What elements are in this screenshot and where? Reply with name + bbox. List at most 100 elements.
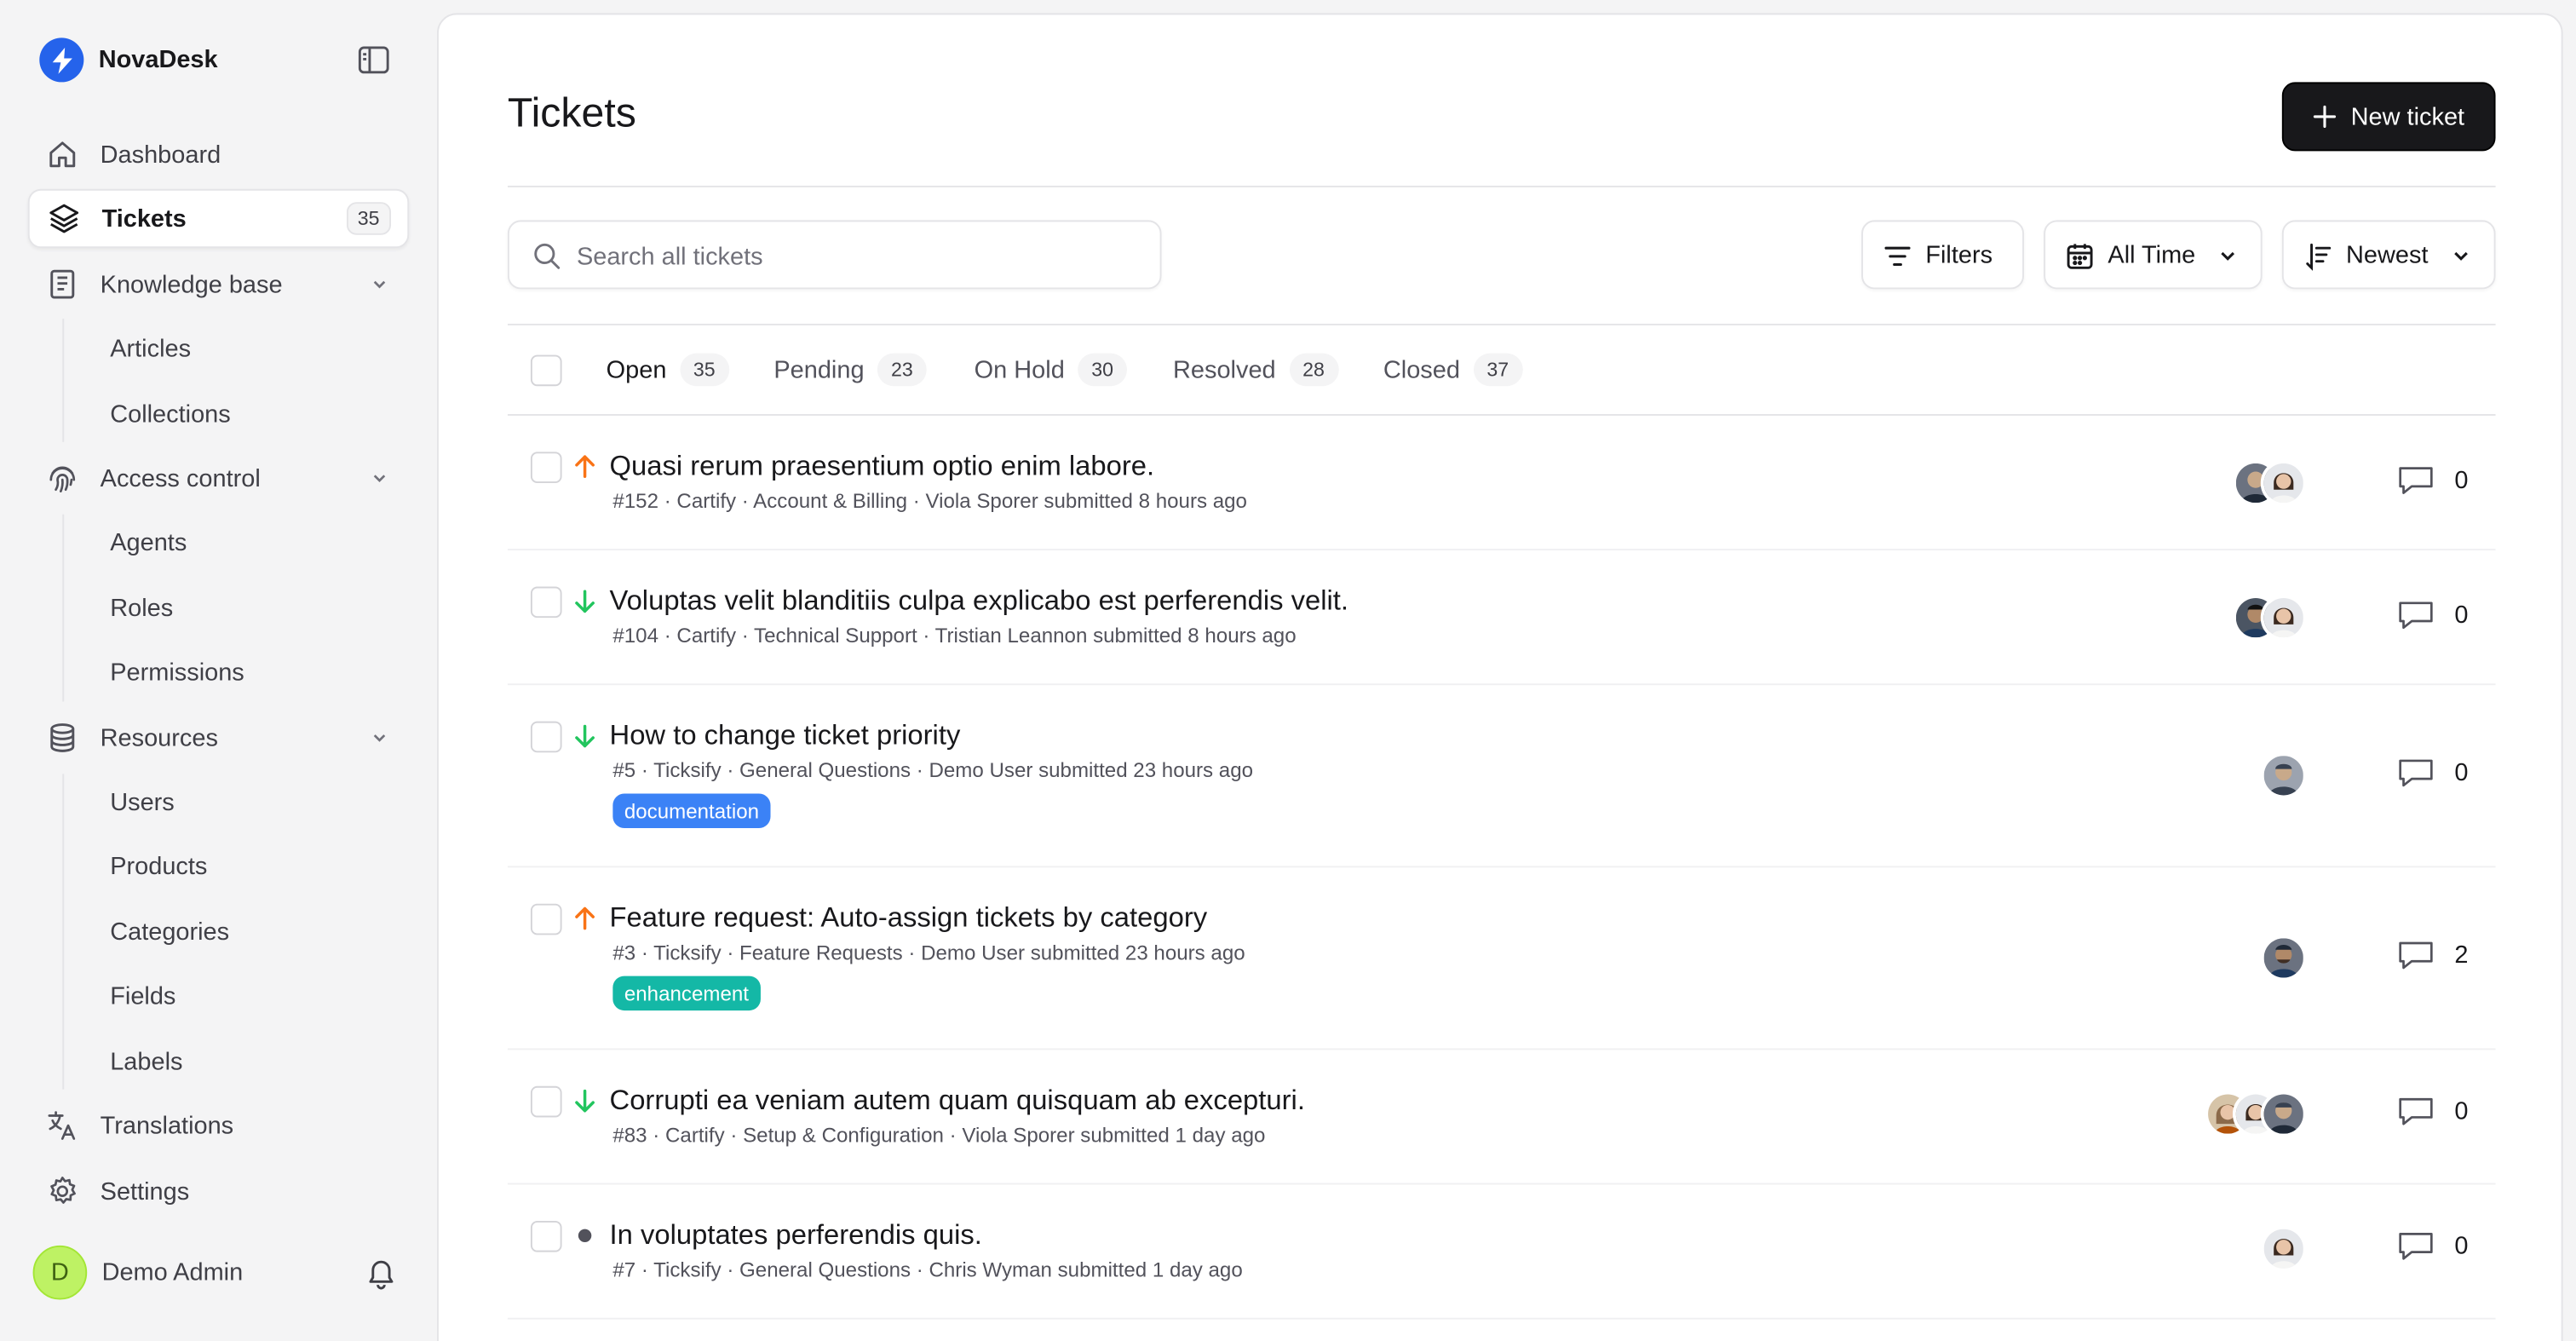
sidebar-item-translations[interactable]: Translations <box>28 1096 409 1154</box>
comment-count-value: 0 <box>2454 601 2469 630</box>
ticket-row[interactable]: Feature request: Auto-assign tickets by … <box>507 867 2496 1050</box>
sidebar-item-settings[interactable]: Settings <box>28 1162 409 1221</box>
user-menu[interactable]: D Demo Admin <box>32 1245 408 1300</box>
sidebar-item-access-control[interactable]: Access control <box>28 449 409 508</box>
sidebar-item-label: Settings <box>100 1177 190 1206</box>
sidebar-subitem-agents[interactable]: Agents <box>82 515 407 571</box>
filters-button[interactable]: Filters <box>1861 220 2025 290</box>
ticket-row[interactable]: Voluptas velit blanditiis culpa explicab… <box>507 550 2496 686</box>
sidebar-subitem-fields[interactable]: Fields <box>82 968 407 1024</box>
sidebar-subitem-roles[interactable]: Roles <box>82 580 407 636</box>
ticket-row[interactable]: Corrupti ea veniam autem quam quisquam a… <box>507 1050 2496 1185</box>
tab-open[interactable]: Open 35 <box>607 350 729 389</box>
home-icon <box>49 141 76 168</box>
tab-count: 37 <box>1473 353 1523 387</box>
ticket-row[interactable]: In voluptates perferendis quis. #7 · Tic… <box>507 1185 2496 1320</box>
app-name: NovaDesk <box>98 46 218 74</box>
sidebar-subitem-users[interactable]: Users <box>82 774 407 830</box>
sidebar-subitem-products[interactable]: Products <box>82 838 407 895</box>
sort-select[interactable]: Newest <box>2281 220 2496 290</box>
sidebar-item-dashboard[interactable]: Dashboard <box>28 125 409 184</box>
sidebar-subitem-categories[interactable]: Categories <box>82 904 407 960</box>
tab-label: Open <box>606 355 667 384</box>
tab-label: Resolved <box>1173 355 1276 384</box>
brand[interactable]: NovaDesk <box>39 37 218 83</box>
time-range-select[interactable]: All Time <box>2044 220 2263 290</box>
sidebar-item-tickets[interactable]: Tickets 35 <box>27 188 410 249</box>
sidebar-subitem-articles[interactable]: Articles <box>82 320 407 377</box>
divider <box>507 185 2496 187</box>
comment-icon <box>2399 601 2433 630</box>
ticket-row[interactable]: How to change ticket priority #5 · Ticks… <box>507 685 2496 868</box>
avatar: D <box>32 1245 88 1300</box>
tab-closed[interactable]: Closed 37 <box>1383 350 1523 389</box>
ticket-meta: #152 · Cartify · Account & Billing · Vio… <box>612 489 1247 513</box>
arrow-up-icon <box>575 906 595 930</box>
sidebar-subitem-permissions[interactable]: Permissions <box>82 644 407 700</box>
tab-pending[interactable]: Pending 23 <box>773 350 927 389</box>
ticket-title[interactable]: Corrupti ea veniam autem quam quisquam a… <box>610 1085 1305 1118</box>
sidebar-item-resources[interactable]: Resources <box>28 708 409 767</box>
sidebar-subitem-labels[interactable]: Labels <box>82 1033 407 1090</box>
fingerprint-icon <box>49 466 76 493</box>
status-tabs: Open 35 Pending 23 On Hold 30 Resolved 2… <box>508 324 2496 414</box>
ticket-checkbox[interactable] <box>530 721 562 753</box>
page-title: Tickets <box>507 90 636 137</box>
assignee-avatars <box>2232 460 2307 507</box>
ticket-meta: #104 · Cartify · Technical Support · Tri… <box>612 624 1297 647</box>
comment-count: 0 <box>2397 598 2469 633</box>
ticket-checkbox[interactable] <box>530 1085 562 1118</box>
user-name: Demo Admin <box>101 1258 244 1287</box>
comment-count: 0 <box>2397 1229 2469 1264</box>
comment-count-value: 0 <box>2454 1097 2469 1126</box>
tab-label: Closed <box>1383 355 1460 384</box>
layers-icon <box>49 204 79 233</box>
assignee-avatars <box>2232 595 2307 642</box>
tab-count: 35 <box>679 353 729 387</box>
tab-on-hold[interactable]: On Hold 30 <box>975 350 1128 389</box>
ticket-meta: #7 · Ticksify · General Questions · Chri… <box>612 1258 1243 1282</box>
avatar <box>2260 460 2307 507</box>
comment-count: 0 <box>2397 756 2469 791</box>
chevron-down-icon <box>373 280 386 289</box>
calendar-icon <box>2067 244 2093 269</box>
ticket-title[interactable]: In voluptates perferendis quis. <box>610 1219 982 1252</box>
comment-count: 2 <box>2397 938 2468 973</box>
label-badge[interactable]: documentation <box>612 793 771 829</box>
ticket-checkbox[interactable] <box>530 1220 562 1252</box>
new-ticket-button[interactable]: New ticket <box>2281 82 2496 152</box>
ticket-checkbox[interactable] <box>530 452 562 484</box>
tickets-count-badge: 35 <box>346 202 392 235</box>
ticket-title[interactable]: Feature request: Auto-assign tickets by … <box>610 902 1208 935</box>
ticket-row[interactable]: Quasi rerum praesentium optio enim labor… <box>507 416 2496 551</box>
database-icon <box>50 723 75 752</box>
sort-value: Newest <box>2346 241 2429 270</box>
search-box[interactable] <box>507 220 1162 290</box>
sidebar-item-knowledge-base[interactable]: Knowledge base <box>28 255 409 314</box>
new-ticket-label: New ticket <box>2350 102 2465 131</box>
ticket-checkbox[interactable] <box>530 903 562 935</box>
sidebar-subitem-collections[interactable]: Collections <box>82 386 407 442</box>
sidebar-toggle-icon[interactable] <box>358 46 389 74</box>
tab-count: 28 <box>1289 353 1338 387</box>
ticket-title[interactable]: How to change ticket priority <box>610 720 961 753</box>
bell-icon[interactable] <box>365 1257 398 1290</box>
tab-resolved[interactable]: Resolved 28 <box>1173 350 1338 389</box>
avatar <box>2260 1225 2307 1272</box>
select-all-checkbox[interactable] <box>530 354 562 387</box>
comment-icon <box>2399 759 2433 787</box>
ticket-checkbox[interactable] <box>530 586 562 619</box>
comment-count-value: 0 <box>2454 759 2469 787</box>
sidebar-item-label: Resources <box>100 723 218 752</box>
avatar <box>2260 1091 2307 1137</box>
label-badge[interactable]: enhancement <box>612 976 761 1011</box>
sidebar-item-label: Tickets <box>101 204 187 233</box>
bolt-icon <box>39 37 84 83</box>
filters-label: Filters <box>1925 241 1993 270</box>
ticket-title[interactable]: Quasi rerum praesentium optio enim labor… <box>610 450 1155 483</box>
sidebar-item-label: Knowledge base <box>100 270 283 299</box>
comment-count-value: 0 <box>2454 1232 2469 1261</box>
search-input[interactable] <box>576 236 1136 277</box>
search-icon <box>534 243 561 269</box>
ticket-title[interactable]: Voluptas velit blanditiis culpa explicab… <box>610 585 1349 619</box>
